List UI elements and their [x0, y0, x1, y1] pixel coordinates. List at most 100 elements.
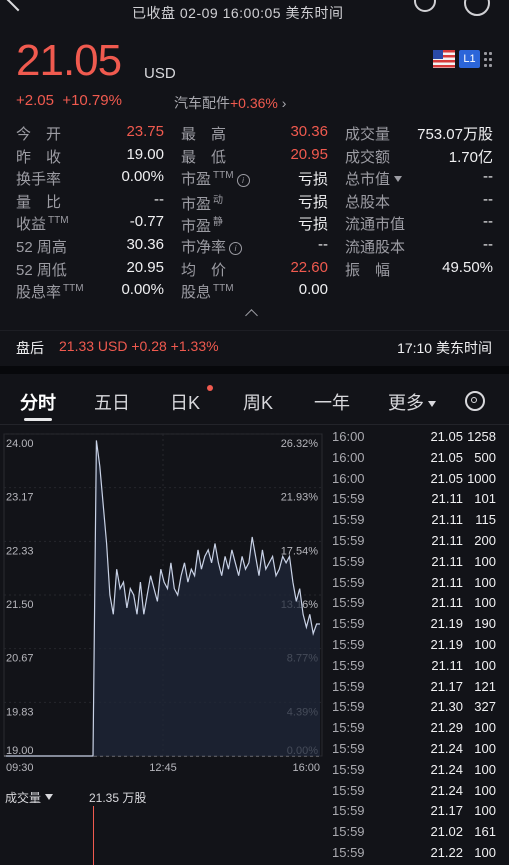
after-hours-label: 盘后	[16, 340, 44, 356]
y-axis-left-tick: 19.83	[6, 706, 34, 718]
tick-time: 15:59	[332, 741, 365, 756]
tick-volume: 1000	[467, 470, 496, 486]
tick-time: 15:59	[332, 657, 365, 673]
intraday-chart[interactable]: 24.0026.32%23.1721.93%22.3317.54%21.5013…	[0, 424, 326, 786]
tick-price: 21.24	[430, 741, 463, 756]
tick-row: 15:59 21.02 161	[330, 822, 506, 843]
tick-row: 16:00 21.05 1000	[330, 469, 506, 490]
stat-value: 亏损	[297, 193, 328, 211]
y-axis-left-tick: 23.17	[6, 492, 34, 504]
settings-icon[interactable]	[465, 391, 485, 411]
tick-price: 21.11	[431, 533, 463, 548]
tick-volume: 327	[474, 699, 496, 715]
tick-time: 15:59	[332, 574, 365, 590]
stat-label: 收益 TTM	[16, 215, 69, 234]
l1-badge[interactable]: L1	[459, 50, 480, 68]
tick-price: 21.11	[431, 512, 463, 528]
tick-time: 15:59	[332, 699, 365, 715]
back-icon[interactable]	[6, 0, 30, 12]
sector-link[interactable]: 汽车配件+0.36% ›	[174, 93, 286, 113]
tab-weekly-k[interactable]: 周K	[243, 389, 273, 415]
tab-daily-k[interactable]: 日K	[170, 389, 200, 415]
tick-volume: 1258	[467, 429, 496, 444]
tick-price: 21.24	[430, 782, 463, 798]
tick-volume: 190	[474, 616, 496, 632]
stat-label: 振 幅	[345, 261, 391, 279]
stat-value: 0.00%	[121, 168, 164, 186]
info-icon[interactable]: i	[229, 242, 243, 255]
active-tab-indicator	[24, 418, 52, 421]
tick-row: 15:59 21.11 100	[330, 552, 506, 573]
tick-price: 21.02	[430, 824, 463, 840]
tick-row: 16:00 21.05 500	[330, 448, 506, 469]
tab-one-year[interactable]: 一年	[314, 389, 350, 415]
price-area	[6, 440, 320, 756]
tick-time: 16:00	[332, 429, 365, 444]
new-indicator-dot	[207, 385, 213, 391]
tick-row: 15:59 21.11 100	[330, 593, 506, 614]
x-axis-tick: 09:30	[6, 762, 34, 774]
stat-value: --	[154, 190, 164, 208]
tab-five-day[interactable]: 五日	[94, 389, 130, 415]
menu-dots-icon[interactable]	[484, 50, 492, 68]
stat-label: 量 比	[16, 193, 62, 211]
tick-price: 21.11	[431, 491, 463, 507]
stat-label: 今 开	[16, 126, 62, 143]
stat-superscript: TTM	[213, 283, 234, 295]
info-icon[interactable]: i	[236, 174, 250, 188]
stat-value: 30.36	[290, 123, 328, 140]
tick-price: 21.05	[430, 429, 463, 444]
tick-time: 15:59	[332, 803, 365, 819]
stat-label: 股息 TTM	[181, 283, 234, 302]
tick-row: 15:59 21.30 327	[330, 697, 506, 718]
stat-value: -0.77	[129, 213, 164, 231]
tab-more[interactable]: 更多	[388, 389, 436, 415]
tick-row: 15:59 21.17 121	[330, 677, 506, 698]
stat-superscript: 动	[213, 194, 224, 206]
stat-label[interactable]: 市盈 TTM i	[181, 168, 250, 189]
stat-label: 总股本	[345, 193, 391, 211]
tick-time: 15:59	[332, 616, 365, 632]
tick-volume: 100	[474, 782, 496, 798]
stat-label[interactable]: 总市值	[345, 168, 403, 189]
tick-time: 16:00	[332, 449, 365, 465]
stat-label: 市盈静	[181, 217, 224, 236]
tick-row: 15:59 21.24 100	[330, 781, 506, 802]
tick-time: 15:59	[332, 678, 365, 694]
tick-price: 21.11	[431, 574, 463, 590]
tick-volume: 115	[475, 512, 496, 528]
stat-value: 亏损	[297, 216, 328, 234]
tick-volume: 100	[474, 845, 496, 860]
x-axis-tick: 12:45	[149, 762, 177, 774]
stat-label: 成交额	[345, 148, 391, 166]
tick-volume: 101	[474, 491, 496, 507]
tick-volume: 100	[474, 741, 496, 756]
tick-row: 15:59 21.11 101	[330, 489, 506, 510]
tick-price: 21.05	[430, 449, 463, 465]
search-icon[interactable]	[414, 0, 436, 12]
tab-intraday[interactable]: 分时	[20, 389, 56, 415]
y-axis-left-tick: 19.00	[6, 745, 34, 757]
stat-label: 最 低	[181, 148, 227, 166]
tick-volume: 500	[474, 449, 496, 465]
stat-label: 市盈动	[181, 194, 224, 213]
tick-volume: 100	[474, 574, 496, 590]
tick-volume: 121	[474, 678, 496, 694]
stat-value: --	[483, 213, 493, 231]
volume-selector[interactable]: 成交量	[5, 789, 54, 806]
us-flag-icon	[433, 50, 455, 68]
stat-value: 23.75	[126, 123, 164, 140]
tick-volume: 200	[474, 533, 496, 548]
stat-value: 49.50%	[442, 258, 493, 276]
collapse-caret-icon[interactable]	[245, 309, 258, 322]
more-icon[interactable]	[464, 0, 490, 16]
tick-price: 21.24	[430, 761, 463, 777]
stat-value: --	[483, 190, 493, 208]
tick-price: 21.17	[430, 678, 463, 694]
tick-row: 15:59 21.17 100	[330, 801, 506, 822]
tick-time: 15:59	[332, 512, 365, 528]
dropdown-icon	[394, 176, 403, 183]
stat-label[interactable]: 市净率 i	[181, 236, 243, 257]
tick-time: 15:59	[332, 637, 365, 652]
tick-time: 16:00	[332, 470, 365, 486]
